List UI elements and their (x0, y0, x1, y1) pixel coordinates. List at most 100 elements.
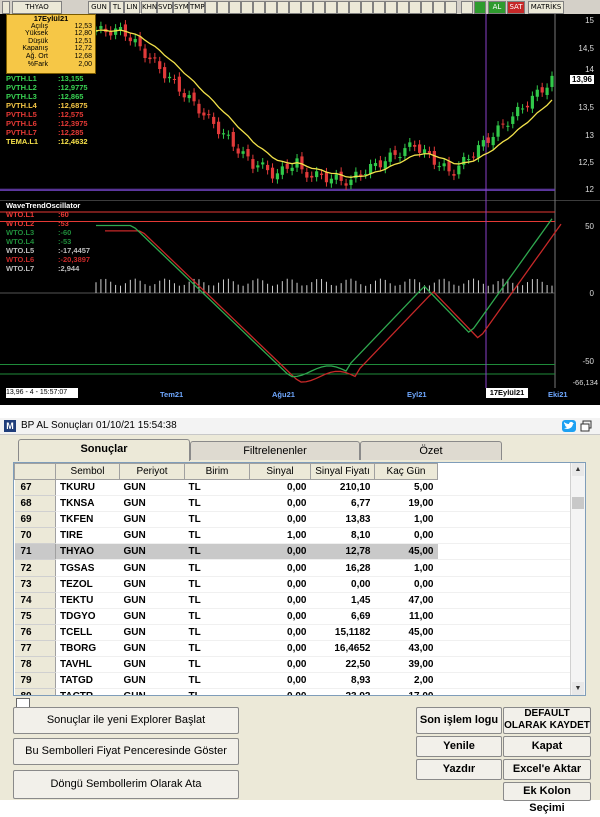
scroll-thumb[interactable] (572, 497, 584, 509)
table-row[interactable]: 71 THYAO GUN TL 0,00 12,78 45,00 (14, 543, 578, 561)
tab-summary[interactable]: Özet (360, 441, 502, 460)
column-header-unit[interactable]: Birim (184, 463, 250, 480)
toolbar-tool-icon[interactable] (313, 1, 325, 14)
tab-results[interactable]: Sonuçlar (18, 439, 190, 461)
table-row[interactable]: 70 TIRE GUN TL 1,00 8,10 0,00 (14, 527, 578, 545)
restore-window-icon[interactable] (580, 420, 592, 432)
cell-sym: TKFEN (55, 511, 120, 529)
table-row[interactable]: 73 TEZOL GUN TL 0,00 0,00 0,00 (14, 576, 578, 593)
table-row[interactable]: 72 TGSAS GUN TL 0,00 16,28 1,00 (14, 559, 578, 577)
pvth-row-value: :13,155 (58, 74, 84, 83)
price-axis-label: 13,5 (578, 103, 594, 112)
toolbar-tool-icon[interactable] (349, 1, 361, 14)
toolbar-tool-icon[interactable] (253, 1, 265, 14)
toolbar-button-svd[interactable]: SVD (157, 1, 173, 14)
refresh-button[interactable]: Yenile (416, 736, 502, 757)
cell-price: 0,00 (310, 576, 375, 593)
show-in-price-window-button[interactable]: Bu Sembolleri Fiyat Penceresinde Göster (13, 738, 239, 765)
export-excel-button[interactable]: Excel'e Aktar (503, 759, 591, 780)
symbol-selector[interactable]: THYAO (12, 1, 62, 14)
close-button[interactable]: Kapat (503, 736, 591, 757)
wto-row-name: WTO.L1 (6, 210, 35, 219)
cell-sig: 0,00 (249, 559, 311, 577)
table-row[interactable]: 69 TKFEN GUN TL 0,00 13,83 1,00 (14, 511, 578, 529)
matriks-button[interactable]: MATRİKS (528, 1, 564, 14)
toolbar-tool-icon[interactable] (385, 1, 397, 14)
candle (167, 76, 172, 79)
scroll-down-icon[interactable]: ▼ (572, 682, 584, 695)
toolbar-green-icon[interactable] (474, 1, 486, 14)
toolbar-tool-icon[interactable] (229, 1, 241, 14)
toolbar-tool-icon[interactable] (217, 1, 229, 14)
toolbar-tool-icon[interactable] (409, 1, 421, 14)
period-button[interactable]: GUN (88, 1, 110, 14)
table-row[interactable]: 68 TKNSA GUN TL 0,00 6,77 19,00 (14, 495, 578, 513)
toolbar-tool-icon[interactable] (241, 1, 253, 14)
table-row[interactable]: 74 TEKTU GUN TL 0,00 1,45 47,00 (14, 592, 578, 609)
candle (177, 76, 181, 92)
extra-column-button[interactable]: Ek Kolon Seçimi (503, 782, 591, 814)
currency-button[interactable]: TL (110, 1, 124, 14)
toolbar-button-khn[interactable]: KHN (141, 1, 157, 14)
vertical-scrollbar[interactable]: ▲ ▼ (570, 463, 585, 695)
last-log-button[interactable]: Son işlem logu (416, 707, 502, 734)
price-axis-label: 13 (585, 131, 594, 140)
scale-button[interactable]: LIN (124, 1, 140, 14)
tab-filtered[interactable]: Filtrelenenler (190, 441, 360, 460)
cell-unit: TL (184, 656, 250, 674)
candle (221, 133, 226, 135)
toolbar-button-sym[interactable]: SYM (173, 1, 189, 14)
price-axis-label: 15 (585, 16, 594, 25)
toolbar-tool-icon[interactable] (461, 1, 473, 14)
candle (339, 171, 343, 181)
cell-price: 15,1182 (310, 624, 375, 641)
toolbar-tool-icon[interactable] (289, 1, 301, 14)
table-row[interactable]: 75 TDGYO GUN TL 0,00 6,69 11,00 (14, 608, 578, 625)
toolbar-tool-icon[interactable] (397, 1, 409, 14)
cell-sym: TCELL (55, 624, 120, 641)
toolbar-tool-icon[interactable] (301, 1, 313, 14)
column-header-days[interactable]: Kaç Gün (374, 463, 438, 480)
cell-days: 2,00 (374, 672, 438, 690)
toolbar-tool-icon[interactable] (337, 1, 349, 14)
chart-window[interactable]: THYAO GUN TL LIN KHN SVD SYM TMP AL SAT … (0, 0, 600, 405)
wto-row: WTO.L3:-60 (6, 228, 90, 237)
toolbar-tool-icon[interactable] (277, 1, 289, 14)
toolbar-tool-icon[interactable] (445, 1, 457, 14)
candle (344, 183, 348, 186)
print-button[interactable]: Yazdır (416, 759, 502, 780)
results-title-bar[interactable]: M BP AL Sonuçları 01/10/21 15:54:38 (0, 418, 600, 435)
table-row[interactable]: 78 TAVHL GUN TL 0,00 22,50 39,00 (14, 656, 578, 674)
menu-icon[interactable] (2, 1, 10, 14)
column-header-signal-price[interactable]: Sinyal Fiyatı (310, 463, 375, 480)
toolbar-tool-icon[interactable] (205, 1, 217, 14)
column-header-period[interactable]: Periyot (119, 463, 185, 480)
column-header-signal[interactable]: Sinyal (249, 463, 311, 480)
cell-unit: TL (184, 576, 250, 593)
sell-button[interactable]: SAT (507, 1, 525, 14)
column-header-symbol[interactable]: Sembol (55, 463, 120, 480)
table-row[interactable]: 79 TATGD GUN TL 0,00 8,93 2,00 (14, 672, 578, 690)
cell-price: 210,10 (310, 479, 375, 497)
toolbar-tool-icon[interactable] (373, 1, 385, 14)
save-as-default-button[interactable]: DEFAULT OLARAK KAYDET (503, 707, 591, 734)
candle (491, 136, 495, 146)
table-row[interactable]: 67 TKURU GUN TL 0,00 210,10 5,00 (14, 479, 578, 497)
toolbar-button-tmp[interactable]: TMP (189, 1, 205, 14)
toolbar-tool-icon[interactable] (421, 1, 433, 14)
cell-filler (437, 543, 578, 561)
scroll-up-icon[interactable]: ▲ (572, 463, 584, 476)
toolbar-tool-icon[interactable] (433, 1, 445, 14)
buy-button[interactable]: AL (488, 1, 506, 14)
wavetrend-axis-label: -50 (582, 357, 594, 366)
twitter-icon[interactable] (562, 420, 576, 432)
toolbar-tool-icon[interactable] (325, 1, 337, 14)
assign-loop-symbols-button[interactable]: Döngü Sembollerim Olarak Ata (13, 770, 239, 799)
table-row[interactable]: 76 TCELL GUN TL 0,00 15,1182 45,00 (14, 624, 578, 641)
toolbar-tool-icon[interactable] (265, 1, 277, 14)
table-row[interactable]: 80TACTRGUNTL0,0023,9217,00 (14, 688, 578, 695)
table-row[interactable]: 77 TBORG GUN TL 0,00 16,4652 43,00 (14, 640, 578, 658)
results-grid[interactable]: Sembol Periyot Birim Sinyal Sinyal Fiyat… (13, 462, 586, 696)
toolbar-tool-icon[interactable] (361, 1, 373, 14)
start-explorer-button[interactable]: Sonuçlar ile yeni Explorer Başlat (13, 707, 239, 734)
